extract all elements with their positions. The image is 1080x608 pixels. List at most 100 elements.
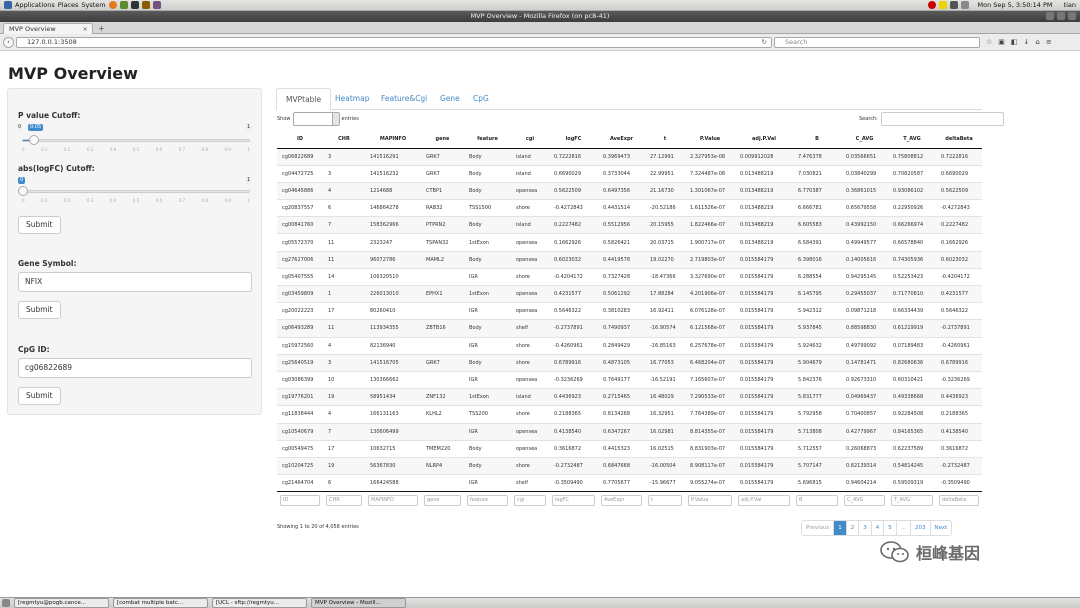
- filter-submit-button[interactable]: Submit: [18, 216, 61, 234]
- column-filter-input[interactable]: adj.P.Val: [738, 494, 790, 506]
- table-row[interactable]: cg00549475 17 10632715 TMEM220 Body opensea 0.…: [277, 439, 982, 458]
- bookmark-star-icon[interactable]: ☆: [986, 38, 992, 46]
- gene-submit-button[interactable]: Submit: [18, 301, 61, 319]
- taskbar-window-button[interactable]: [combat multiple batc...: [113, 598, 208, 608]
- pagination-previous[interactable]: Previous: [802, 521, 834, 535]
- column-filter-input[interactable]: logFC: [552, 494, 595, 506]
- column-header[interactable]: AveExpr: [598, 131, 645, 149]
- table-search-input[interactable]: [880, 112, 1004, 126]
- notification-icon[interactable]: [938, 1, 947, 9]
- tab-heatmap[interactable]: Heatmap: [326, 88, 378, 110]
- gene-symbol-input[interactable]: NFIX: [18, 272, 252, 292]
- taskbar-window-button[interactable]: [regmtyu@pogb.cance...: [14, 598, 109, 608]
- url-bar[interactable]: 127.0.0.1:3508 ↻: [16, 37, 772, 48]
- volume-icon[interactable]: [960, 1, 969, 9]
- table-row[interactable]: cg06822689 3 141516291 GRK7 Body island 0.7222…: [277, 147, 982, 166]
- home-icon[interactable]: ⌂: [1035, 38, 1039, 46]
- pagination-page[interactable]: 2: [845, 521, 859, 535]
- column-header[interactable]: deltaBeta: [936, 131, 982, 149]
- column-header[interactable]: MAPINFO: [365, 131, 421, 149]
- new-tab-icon[interactable]: +: [98, 24, 105, 33]
- cpg-id-input[interactable]: cg06822689: [18, 358, 252, 378]
- column-header[interactable]: cgi: [511, 131, 549, 149]
- tab-feature-cgi[interactable]: Feature&Cgi: [372, 88, 436, 110]
- taskbar-window-button[interactable]: MVP Overview - Mozill...: [311, 598, 406, 608]
- gnome-foot-icon[interactable]: [4, 1, 12, 9]
- table-row[interactable]: cg10540679 7 130606499 IGR opensea 0.4138540 0…: [277, 422, 982, 441]
- menu-system[interactable]: System: [81, 1, 105, 9]
- update-icon[interactable]: [927, 1, 936, 9]
- column-filter-input[interactable]: C_AVG: [844, 494, 885, 506]
- column-filter-input[interactable]: feature: [467, 494, 508, 506]
- pvalue-slider-handle[interactable]: [29, 135, 39, 145]
- cpg-submit-button[interactable]: Submit: [18, 387, 61, 405]
- table-row[interactable]: cg20837557 6 146864278 RAB32 TSS1500 shore -0.…: [277, 199, 982, 217]
- terminal-launcher-icon[interactable]: [130, 1, 139, 9]
- reload-icon[interactable]: ↻: [762, 38, 767, 47]
- search-bar[interactable]: Search: [774, 37, 980, 48]
- table-row[interactable]: cg05407555 14 106320510 IGR shore -0.4204172 0…: [277, 267, 982, 286]
- column-filter-input[interactable]: ID: [280, 494, 320, 506]
- table-row[interactable]: cg10204725 19 56367830 NLRP4 Body shore -0.273…: [277, 456, 982, 475]
- user-name[interactable]: tian: [1064, 1, 1076, 9]
- column-filter-input[interactable]: MAPINFO: [368, 494, 418, 506]
- column-header[interactable]: C_AVG: [841, 131, 888, 149]
- tab-close-icon[interactable]: ×: [83, 24, 88, 34]
- column-filter-input[interactable]: B: [796, 494, 838, 506]
- column-header[interactable]: feature: [464, 131, 511, 149]
- browser-tab[interactable]: MVP Overview ×: [3, 23, 93, 34]
- table-row[interactable]: cg04645886 4 1214688 CTBP1 Body opensea 0.5622…: [277, 181, 982, 200]
- column-filter-input[interactable]: CHR: [326, 494, 362, 506]
- show-desktop-icon[interactable]: [2, 599, 10, 607]
- column-filter-input[interactable]: deltaBeta: [939, 494, 979, 506]
- editor-launcher-icon[interactable]: [152, 1, 161, 9]
- pagination-page[interactable]: 203: [910, 521, 930, 535]
- column-header[interactable]: CHR: [323, 131, 365, 149]
- column-header[interactable]: B: [793, 131, 841, 149]
- close-icon[interactable]: [1068, 12, 1076, 20]
- pagination-page[interactable]: 1: [833, 521, 846, 535]
- clock[interactable]: Mon Sep 5, 3:50:14 PM: [978, 1, 1053, 9]
- column-filter-input[interactable]: P.Value: [688, 494, 732, 506]
- window-titlebar[interactable]: MVP Overview - Mozilla Firefox (on pc8-4…: [0, 11, 1080, 22]
- pvalue-slider[interactable]: [22, 135, 250, 145]
- column-header[interactable]: logFC: [549, 131, 598, 149]
- table-row[interactable]: cg25640519 3 141516705 GRK7 Body shore 0.67899…: [277, 353, 982, 372]
- maximize-icon[interactable]: [1057, 12, 1065, 20]
- column-filter-input[interactable]: gene: [424, 494, 461, 506]
- table-row[interactable]: cg20022223 17 80260410 IGR opensea 0.5646322 0…: [277, 302, 982, 320]
- tab-mvptable[interactable]: MVPtable: [276, 88, 332, 111]
- column-filter-input[interactable]: T_AVG: [891, 494, 933, 506]
- reading-list-icon[interactable]: ▣: [998, 38, 1005, 46]
- logfc-slider-handle[interactable]: [18, 186, 28, 196]
- column-filter-input[interactable]: AveExpr: [601, 494, 642, 506]
- app-launcher-icon[interactable]: [119, 1, 128, 9]
- files-launcher-icon[interactable]: [141, 1, 150, 9]
- table-row[interactable]: cg27627006 11 96072786 MAML2 Body opensea 0.60…: [277, 250, 982, 269]
- logfc-slider[interactable]: [18, 186, 250, 196]
- table-row[interactable]: cg04472725 3 141516232 GRK7 Body island 0.6690…: [277, 164, 982, 183]
- tab-cpg[interactable]: CpG: [464, 88, 498, 110]
- minimize-icon[interactable]: [1046, 12, 1054, 20]
- column-filter-input[interactable]: t: [648, 494, 682, 506]
- pagination-page[interactable]: 5: [883, 521, 896, 535]
- column-header[interactable]: gene: [421, 131, 464, 149]
- column-header[interactable]: P.Value: [685, 131, 735, 149]
- pagination-page[interactable]: 4: [870, 521, 884, 535]
- pagination-next[interactable]: Next: [929, 521, 952, 535]
- network-icon[interactable]: [949, 1, 958, 9]
- table-row[interactable]: cg19776201 19 58951434 ZNF132 1stExon island 0…: [277, 388, 982, 406]
- column-filter-input[interactable]: cgi: [514, 494, 546, 506]
- table-row[interactable]: cg11838444 4 166131163 KLHL2 TSS200 shore 0.21…: [277, 405, 982, 423]
- column-header[interactable]: T_AVG: [888, 131, 936, 149]
- menu-applications[interactable]: Applications: [15, 1, 55, 9]
- entries-select[interactable]: [292, 112, 340, 126]
- menu-icon[interactable]: ≡: [1046, 38, 1052, 46]
- table-row[interactable]: cg03459809 1 226013010 EPHX1 1stExon opensea 0…: [277, 284, 982, 303]
- firefox-launcher-icon[interactable]: [108, 1, 117, 9]
- pagination-page[interactable]: 3: [858, 521, 871, 535]
- table-row[interactable]: cg06493289 11 113934355 ZBTB16 Body shelf -0.2…: [277, 319, 982, 338]
- table-row[interactable]: cg03086399 10 130366662 IGR opensea -0.323626…: [277, 370, 982, 389]
- pocket-icon[interactable]: ◧: [1011, 38, 1018, 46]
- column-header[interactable]: adj.P.Val: [735, 131, 793, 149]
